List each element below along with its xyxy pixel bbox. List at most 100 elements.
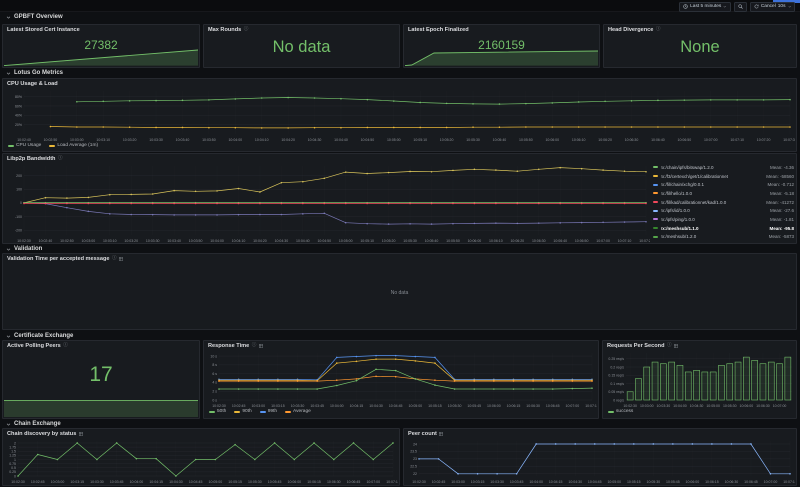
panel-title[interactable]: Chain discovery by status — [7, 431, 83, 437]
svg-text:10:06:00: 10:06:00 — [468, 239, 482, 243]
legend-item[interactable]: 90th — [234, 409, 251, 414]
legend-item[interactable]: rx:/ipfs/id/1.0.0Mean: -27.6 — [653, 206, 794, 215]
peer-count-chart[interactable]: 2222.52323.52410:02:3010:02:4510:03:0010… — [405, 438, 795, 484]
info-icon[interactable]: ⓘ — [244, 27, 249, 32]
legend-item[interactable]: 99th — [260, 409, 277, 414]
legend-item[interactable]: rx:/ipfs/ping/1.0.0Mean: -1.81 — [653, 215, 794, 224]
legend-mean-value: Mean: -1.81 — [770, 217, 794, 222]
info-icon[interactable]: ⓘ — [667, 343, 672, 348]
row-certificate-exchange[interactable]: Certificate Exchange — [6, 332, 73, 340]
panel-title[interactable]: Response Time ⓘ — [208, 343, 263, 349]
row-validation[interactable]: Validation — [6, 245, 42, 253]
time-range-label: Last 5 minutes — [690, 4, 721, 9]
chain-discovery-chart[interactable]: 00.250.50.7511.251.51.75210:02:3010:02:4… — [4, 438, 398, 484]
svg-text:10:04:10: 10:04:10 — [255, 138, 269, 142]
svg-text:10:07:00: 10:07:00 — [764, 480, 778, 484]
panel-links-icon[interactable] — [119, 257, 123, 261]
panel-response-time: Response Time ⓘ 0 s2 s4 s6 s8 s10 s10:02… — [203, 340, 599, 419]
dashboard-controls: Last 5 minutes Cancel 10s — [679, 2, 795, 12]
row-lotus-go-metrics[interactable]: Lotus Go Metrics — [6, 69, 63, 77]
svg-text:20%: 20% — [15, 123, 22, 127]
info-icon[interactable]: ⓘ — [656, 27, 661, 32]
panel-requests-per-second: Requests Per Second ⓘ 0 req/s0.05 req/s0… — [602, 340, 797, 419]
legend-item[interactable]: rx:/meshsub/1.1.0Mean: -95.8 — [653, 224, 794, 233]
cpu-usage-chart[interactable]: 20%40%60%80%10:02:4010:02:5010:03:0010:0… — [4, 88, 795, 142]
svg-text:10:06:20: 10:06:20 — [510, 239, 524, 243]
stat-value: 2160159 — [404, 38, 599, 52]
legend-item[interactable]: rx:/meshsub/1.2.0Mean: -5873 — [653, 233, 794, 242]
panel-title[interactable]: CPU Usage & Load — [7, 81, 58, 87]
legend-swatch — [653, 166, 658, 168]
panel-links-icon[interactable] — [259, 344, 263, 348]
svg-text:10:05:00: 10:05:00 — [209, 480, 223, 484]
svg-text:10:03:00: 10:03:00 — [51, 480, 65, 484]
requests-per-second-chart[interactable]: 0 req/s0.05 req/s0.1 req/s0.15 req/s0.2 … — [604, 350, 796, 408]
legend-item[interactable]: rx:/fil/kad/calibrationnet/kad/1.0.0Mean… — [653, 198, 794, 207]
svg-text:10:03:20: 10:03:20 — [123, 138, 137, 142]
svg-text:10:06:45: 10:06:45 — [347, 480, 361, 484]
svg-text:60%: 60% — [15, 104, 22, 108]
search-icon — [738, 4, 743, 9]
panel-links-icon[interactable] — [439, 432, 443, 436]
refresh-button[interactable]: Cancel 10s — [750, 2, 795, 12]
panel-title[interactable]: Head Divergenceⓘ — [608, 27, 661, 33]
legend-mean-value: Mean: -4.36 — [770, 165, 794, 170]
svg-text:10:05:30: 10:05:30 — [647, 480, 661, 484]
chevron-down-icon — [788, 5, 792, 9]
svg-text:10:04:00: 10:04:00 — [210, 239, 224, 243]
legend-label: rx:/fil/chain/xchg/0.0.1 — [661, 182, 765, 187]
panel-title[interactable]: Active Polling Peersⓘ — [7, 343, 68, 349]
legend-item[interactable]: 50th — [209, 409, 226, 414]
legend-swatch — [285, 411, 291, 413]
info-icon[interactable]: ⓘ — [58, 156, 63, 161]
legend-label: rx:/ipfs/ping/1.0.0 — [661, 217, 768, 222]
panel-title[interactable]: Validation Time per accepted message ⓘ — [7, 256, 123, 262]
info-icon[interactable]: ⓘ — [112, 256, 117, 261]
panel-title[interactable]: Latest Epoch Finalized — [408, 27, 469, 33]
panel-title[interactable]: Libp2p Bandwidthⓘ — [7, 156, 63, 162]
panel-links-icon[interactable] — [674, 344, 678, 348]
legend-swatch — [209, 411, 215, 413]
panel-title[interactable]: Latest Stored Cert Instance — [7, 27, 80, 33]
zoom-out-button[interactable] — [734, 2, 747, 12]
svg-text:10:06:00: 10:06:00 — [686, 480, 700, 484]
svg-text:10:05:30: 10:05:30 — [466, 138, 480, 142]
refresh-icon — [754, 4, 759, 9]
panel-links-icon[interactable] — [79, 432, 83, 436]
row-chain-exchange[interactable]: Chain Exchange — [6, 420, 61, 428]
refresh-cancel-label: Cancel — [761, 4, 776, 9]
info-icon[interactable]: ⓘ — [63, 343, 68, 348]
svg-text:10:05:10: 10:05:10 — [413, 138, 427, 142]
legend-item[interactable]: CPU Usage — [8, 143, 41, 148]
svg-text:10:05:00: 10:05:00 — [706, 404, 720, 408]
row-gpbft-overview[interactable]: GPBFT Overview — [6, 13, 63, 21]
legend-item[interactable]: Load Average (1m) — [49, 143, 98, 148]
time-range-picker[interactable]: Last 5 minutes — [679, 2, 731, 12]
row-title: Chain Exchange — [14, 421, 61, 427]
legend-item[interactable]: rx:/chain/ipfs/bitswap/1.2.0Mean: -4.36 — [653, 163, 794, 172]
legend-item[interactable]: Average — [285, 409, 311, 414]
legend-item[interactable]: success — [608, 409, 633, 414]
svg-text:80%: 80% — [15, 95, 22, 99]
info-icon[interactable]: ⓘ — [252, 343, 257, 348]
panel-title[interactable]: Peer count — [408, 431, 443, 437]
svg-text:0.05 req/s: 0.05 req/s — [608, 390, 624, 394]
panel-title[interactable]: Max Roundsⓘ — [208, 27, 248, 33]
svg-text:0.2 req/s: 0.2 req/s — [610, 365, 624, 369]
legend-item[interactable]: rx:/fil/hello/1.0.0Mean: -5.18 — [653, 189, 794, 198]
legend-label: rx:/meshsub/1.1.0 — [661, 226, 767, 231]
svg-text:10:06:45: 10:06:45 — [546, 404, 560, 408]
response-time-chart[interactable]: 0 s2 s4 s6 s8 s10 s10:02:3010:02:4510:03… — [205, 350, 597, 408]
panel-title[interactable]: Requests Per Second ⓘ — [607, 343, 678, 349]
svg-text:10:05:45: 10:05:45 — [666, 480, 680, 484]
libp2p-bandwidth-chart[interactable]: -200-100010020010:02:3010:02:4010:02:501… — [4, 163, 650, 243]
legend-label: rx:/fil/hello/1.0.0 — [661, 191, 768, 196]
svg-text:10:04:20: 10:04:20 — [281, 138, 295, 142]
panel-cpu-usage-load: CPU Usage & Load 20%40%60%80%10:02:4010:… — [2, 78, 797, 152]
svg-text:10:06:30: 10:06:30 — [532, 239, 546, 243]
legend-item[interactable]: rx:/f3/certexch/get/1/calibrationnetMean… — [653, 172, 794, 181]
legend-item[interactable]: rx:/fil/chain/xchg/0.0.1Mean: -0.712 — [653, 180, 794, 189]
svg-text:10:06:40: 10:06:40 — [553, 239, 567, 243]
svg-text:100: 100 — [16, 188, 22, 192]
svg-text:10:07:15: 10:07:15 — [585, 404, 597, 408]
